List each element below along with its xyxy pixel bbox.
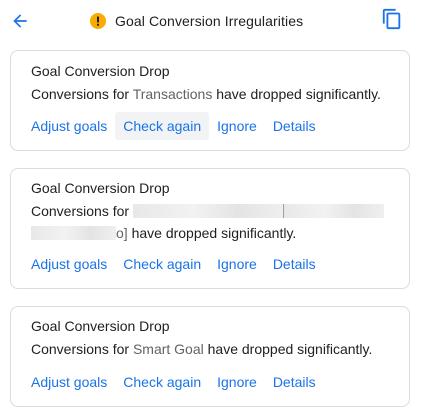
alert-message: Conversions for Smart Goal have dropped …: [31, 338, 401, 360]
copy-icon: [382, 8, 401, 30]
details-button[interactable]: Details: [265, 112, 324, 140]
adjust-goals-button[interactable]: Adjust goals: [23, 368, 115, 396]
alert-actions: Adjust goals Check again Ignore Details: [23, 250, 324, 278]
arrow-back-icon: [13, 14, 27, 28]
metric-name: Transactions: [132, 86, 213, 102]
check-again-button[interactable]: Check again: [115, 368, 209, 396]
alert-actions: Adjust goals Check again Ignore Details: [23, 368, 324, 396]
alert-actions: Adjust goals Check again Ignore Details: [23, 112, 324, 140]
check-again-button[interactable]: Check again: [115, 112, 210, 140]
details-button[interactable]: Details: [265, 368, 324, 396]
ignore-button[interactable]: Ignore: [209, 250, 265, 278]
message-suffix: have dropped significantly.: [203, 341, 373, 357]
message-suffix: have dropped significantly.: [212, 86, 381, 102]
alert-title: Goal Conversion Drop: [31, 63, 170, 79]
redacted-metric-part-3: [31, 226, 116, 240]
ignore-button[interactable]: Ignore: [209, 112, 265, 140]
adjust-goals-button[interactable]: Adjust goals: [23, 112, 115, 140]
back-button[interactable]: [7, 8, 33, 34]
ignore-button[interactable]: Ignore: [209, 368, 265, 396]
alert-card-transactions: Goal Conversion Drop Conversions for Tra…: [10, 50, 410, 151]
message-prefix: Conversions for: [31, 86, 133, 102]
alert-title: Goal Conversion Drop: [31, 318, 170, 334]
alert-title: Goal Conversion Drop: [31, 180, 170, 196]
adjust-goals-button[interactable]: Adjust goals: [23, 250, 115, 278]
warning-icon: [90, 13, 106, 29]
app-header: Goal Conversion Irregularities: [0, 0, 421, 42]
check-again-button[interactable]: Check again: [115, 250, 209, 278]
alert-card-smart-goal: Goal Conversion Drop Conversions for Sma…: [10, 306, 410, 407]
alert-card-redacted: Goal Conversion Drop Conversions for o] …: [10, 168, 410, 289]
message-prefix: Conversions for: [31, 203, 133, 219]
message-suffix: have dropped significantly.: [127, 225, 297, 241]
copy-button[interactable]: [379, 6, 405, 32]
page-title: Goal Conversion Irregularities: [115, 13, 304, 29]
metric-name: Smart Goal: [132, 341, 204, 357]
details-button[interactable]: Details: [265, 250, 324, 278]
title-group: Goal Conversion Irregularities: [90, 11, 303, 31]
redacted-metric-part-2: [283, 204, 384, 218]
message-prefix: Conversions for: [31, 341, 133, 357]
alert-message: Conversions for Transactions have droppe…: [31, 83, 401, 105]
redacted-metric-part-1: [132, 204, 283, 218]
alert-message: Conversions for o] have dropped signific…: [31, 200, 401, 244]
metric-tail: o]: [116, 225, 128, 241]
